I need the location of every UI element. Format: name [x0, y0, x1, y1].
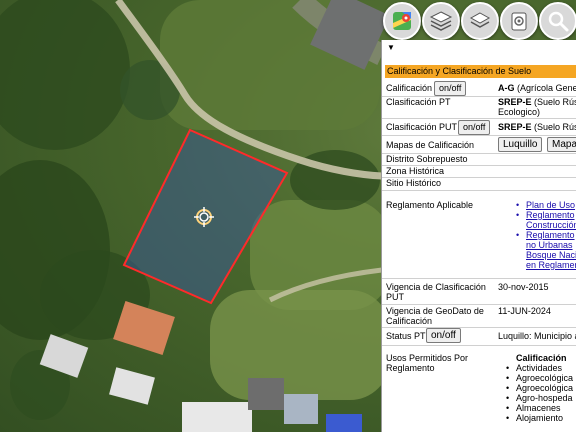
reglamento-links: Plan de Uso ReglamentoConstrucción Regla…	[516, 200, 576, 270]
label-usos-permitidos: Usos Permitidos Por Reglamento	[386, 353, 469, 373]
link-reglamento-cont[interactable]: Construcción	[526, 220, 576, 230]
link-reglamento[interactable]: Reglamento	[526, 210, 575, 220]
label-zona: Zona Histórica	[386, 166, 445, 176]
usos-item: Almacenes	[506, 403, 573, 413]
google-maps-icon	[393, 12, 411, 30]
label-vigencia-geodato: Vigencia de GeoDato de Calificación	[386, 306, 484, 326]
row-clasificacion-put: Clasificación PUT on/off SREP-E (Suelo R…	[386, 120, 576, 135]
usos-item: Alojamiento	[506, 413, 573, 423]
row-usos-permitidos: Usos Permitidos Por Reglamento Calificaci…	[386, 353, 576, 432]
value-vigencia-put: 30-nov-2015	[498, 282, 549, 292]
luquillo-map-button[interactable]: Luquillo	[498, 137, 543, 152]
section-header: Calificación y Clasificación de Suelo	[385, 65, 576, 78]
search-button[interactable]	[539, 2, 576, 40]
usos-list: Calificación Actividades Agroecológica A…	[506, 353, 576, 423]
value-clasificacion-pt: SREP-E (Suelo RústicoEcologico)	[498, 97, 576, 117]
divider	[382, 135, 576, 136]
status-pt-onoff-button[interactable]: on/off	[426, 328, 461, 343]
link-reglamento-2[interactable]: Reglamento	[526, 230, 575, 240]
label-mapas: Mapas de Calificación	[386, 140, 475, 150]
value-status-pt: Luquillo: Municipio a	[498, 331, 576, 341]
usos-heading: Calificación	[516, 353, 567, 363]
value-clasificacion-put: SREP-E (Suelo Rústico	[498, 122, 576, 132]
usos-item: Actividades	[506, 363, 573, 373]
search-icon	[548, 11, 569, 32]
link-reglamento-2-cont2[interactable]: Bosque Naci	[526, 250, 576, 260]
layers-icon	[429, 11, 453, 31]
divider	[382, 304, 576, 305]
base-layers-button[interactable]	[461, 2, 499, 40]
divider	[382, 345, 576, 346]
label-reglamento: Reglamento Aplicable	[386, 200, 474, 210]
label-status-pt: Status PT	[386, 331, 426, 341]
row-clasificacion-pt: Clasificación PT SREP-E (Suelo RústicoEc…	[386, 97, 576, 117]
label-clasificacion-put: Clasificación PUT	[386, 122, 458, 132]
usos-items: Actividades Agroecológica Agroecológica …	[506, 363, 573, 423]
usos-item: Agroecológica	[506, 383, 573, 393]
link-reglamento-2-cont3[interactable]: en Reglamen	[526, 260, 576, 270]
google-maps-button[interactable]	[383, 2, 421, 40]
mapas-button[interactable]: Mapas	[547, 137, 576, 152]
label-calificacion: Calificación	[386, 83, 433, 93]
tags-icon	[511, 12, 527, 31]
label-distrito: Distrito Sobrepuesto	[386, 154, 468, 164]
usos-item: Agro-hospeda	[506, 393, 573, 403]
label-vigencia-put: Vigencia de Clasificación PUT	[386, 282, 486, 302]
link-plan-de-uso[interactable]: Plan de Uso	[526, 200, 575, 210]
link-reglamento-2-cont[interactable]: no Urbanas	[526, 240, 573, 250]
label-clasificacion-pt: Clasificación PT	[386, 97, 451, 107]
layers-alt-icon	[469, 12, 491, 28]
usos-item: Agroecológica	[506, 373, 573, 383]
row-mapas: Mapas de Calificación Luquillo Mapas	[386, 137, 576, 152]
row-status-pt: Status PT on/off Luquillo: Municipio a	[386, 328, 576, 343]
info-panel: ▼ Calificación y Clasificación de Suelo …	[381, 40, 576, 432]
calificacion-onoff-button[interactable]: on/off	[434, 81, 467, 96]
row-vigencia-put: Vigencia de Clasificación PUT 30-nov-2015	[386, 282, 576, 304]
row-calificacion: Calificación on/off A-G (Agrícola Genera…	[386, 81, 576, 96]
crosshair-icon	[194, 207, 214, 227]
divider	[382, 278, 576, 279]
clasificacion-put-onoff-button[interactable]: on/off	[458, 120, 491, 135]
row-vigencia-geodato: Vigencia de GeoDato de Calificación 11-JU…	[386, 306, 576, 328]
divider	[382, 118, 576, 119]
panel-top-bar: ▼	[382, 40, 576, 64]
label-sitio: Sitio Histórico	[386, 178, 442, 188]
layers-button[interactable]	[422, 2, 460, 40]
value-vigencia-geodato: 11-JUN-2024	[498, 306, 551, 316]
collapse-arrow-icon[interactable]: ▼	[387, 43, 395, 52]
tags-button[interactable]	[500, 2, 538, 40]
row-reglamento: Reglamento Aplicable Plan de Uso Reglame…	[386, 200, 576, 275]
value-calificacion: A-G (Agrícola General)	[498, 83, 576, 93]
divider	[382, 190, 576, 191]
